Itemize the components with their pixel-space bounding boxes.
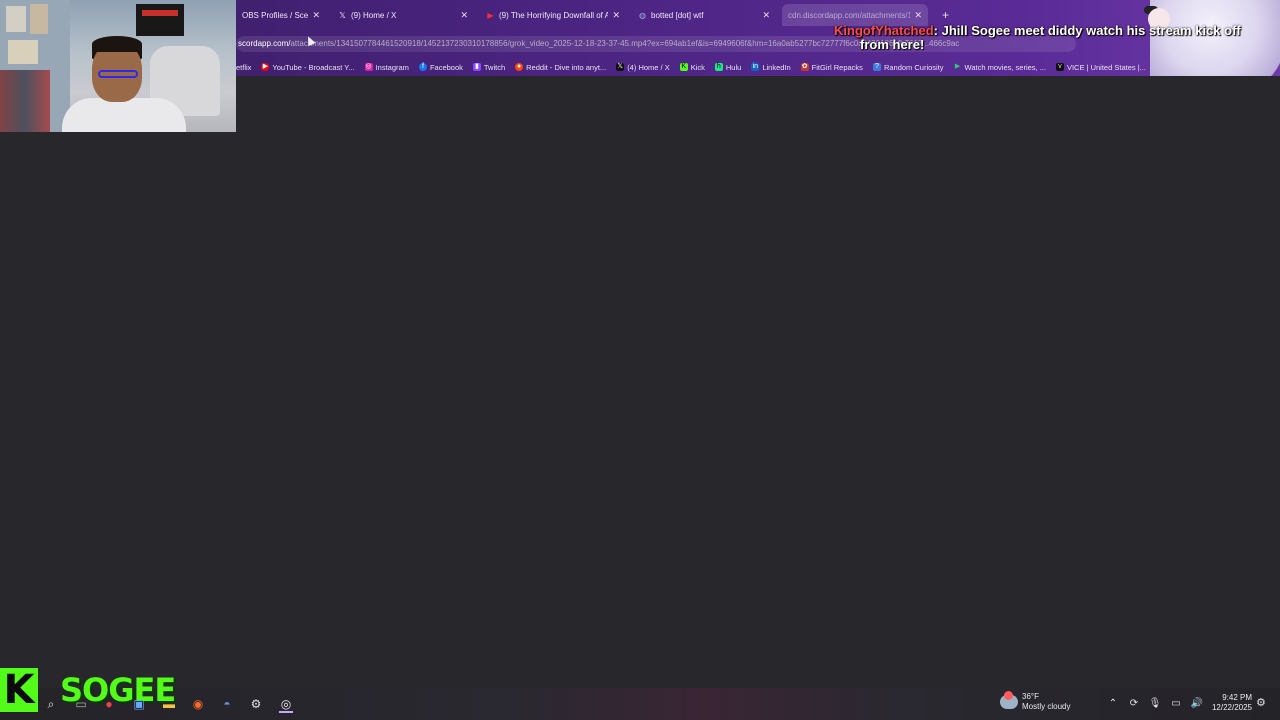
bookmark-label: (4) Home / X xyxy=(627,62,670,72)
close-icon[interactable]: ✕ xyxy=(612,10,620,21)
random-curiosity-icon: ? xyxy=(872,63,881,71)
discord-icon[interactable]: ◓ xyxy=(220,697,234,711)
bookmark-label: etflix xyxy=(236,62,252,72)
weather-widget[interactable]: 36°F Mostly cloudy xyxy=(1000,691,1071,712)
kick-icon: K xyxy=(679,63,688,71)
bookmark-label: YouTube - Broadcast Y... xyxy=(272,62,355,72)
close-icon[interactable]: ✕ xyxy=(312,10,320,21)
close-icon[interactable]: ✕ xyxy=(762,10,770,21)
tab-title: (9) Home / X xyxy=(351,10,397,20)
sync-icon[interactable]: ⟳ xyxy=(1127,697,1141,711)
bookmark-instagram[interactable]: ◎ Instagram xyxy=(364,62,409,72)
bookmark-label: LinkedIn xyxy=(762,62,791,72)
bookmark-facebook[interactable]: f Facebook xyxy=(418,62,463,72)
tab-home-x[interactable]: 𝕏 (9) Home / X ✕ xyxy=(332,4,474,26)
reddit-icon: ● xyxy=(515,63,524,71)
bookmark-linkedin[interactable]: in LinkedIn xyxy=(751,62,791,72)
play-icon: ▶ xyxy=(954,63,961,70)
tab-title: botted [dot] wtf xyxy=(651,10,704,20)
firefox-icon[interactable]: ◉ xyxy=(191,697,205,711)
network-icon[interactable]: ▭ xyxy=(1169,697,1183,711)
clock-time: 9:42 PM xyxy=(1222,693,1252,702)
new-tab-button[interactable]: + xyxy=(942,8,949,22)
tab-title: (9) The Horrifying Downfall of A xyxy=(499,10,609,20)
bookmark-label: Twitch xyxy=(483,62,506,72)
search-icon[interactable]: ⌕ xyxy=(44,697,58,711)
bookmark-label: Kick xyxy=(690,62,705,72)
bookmark-label: Reddit - Dive into anyt... xyxy=(526,62,607,72)
bookmark-label: Facebook xyxy=(429,62,463,72)
close-icon[interactable]: ✕ xyxy=(460,10,468,21)
volume-icon[interactable]: 🔊 xyxy=(1190,697,1204,711)
chevron-up-icon[interactable]: ⌃ xyxy=(1106,697,1120,711)
task-view-icon[interactable]: ▭ xyxy=(74,697,88,711)
app-taskbar-icon[interactable]: ▣ xyxy=(132,697,146,711)
fitgirl-icon: ✿ xyxy=(800,63,809,71)
bookmark-label: Random Curiosity xyxy=(883,62,944,72)
bookmark-random-curiosity[interactable]: ? Random Curiosity xyxy=(872,62,944,72)
obs-icon[interactable]: ◎ xyxy=(279,697,293,713)
cloud-icon xyxy=(1000,691,1018,709)
bookmark-twitch[interactable]: ▮ Twitch xyxy=(472,62,506,72)
bookmark-fitgirl[interactable]: ✿ FitGirl Repacks xyxy=(800,62,863,72)
hulu-icon: h xyxy=(714,63,723,71)
instagram-icon: ◎ xyxy=(364,63,373,71)
chat-separator: : xyxy=(933,23,939,38)
tab-obs-profiles[interactable]: OBS Profiles / Scen ✕ xyxy=(236,4,326,26)
url-domain: scordapp.com/ xyxy=(238,39,291,48)
x-icon: 𝕏 xyxy=(339,10,346,20)
microphone-icon[interactable]: 🎙 xyxy=(1148,697,1162,711)
bookmark-label: FitGirl Repacks xyxy=(811,62,863,72)
chat-message-text: Jhill Sogee meet diddy watch his stream … xyxy=(941,23,1241,38)
close-icon[interactable]: ✕ xyxy=(914,10,922,21)
bookmark-label: Hulu xyxy=(725,62,742,72)
chat-username: KingofYhatched xyxy=(834,23,934,38)
steam-icon[interactable]: ⚙ xyxy=(249,697,263,711)
clock-date: 12/22/2025 xyxy=(1211,703,1252,712)
taskbar-clock[interactable]: 9:42 PM 12/22/2025 xyxy=(1206,693,1252,713)
kick-logo-icon: K xyxy=(0,668,38,712)
tab-botted[interactable]: ◍ botted [dot] wtf ✕ xyxy=(632,4,776,26)
bookmark-kick[interactable]: K Kick xyxy=(679,62,705,72)
close-icon[interactable]: ✕ xyxy=(1242,56,1250,67)
tab-title: cdn.discordapp.com/attachments/1 xyxy=(788,10,911,20)
bookmark-netflix[interactable]: etflix xyxy=(236,63,251,72)
weather-description: Mostly cloudy xyxy=(1022,702,1071,711)
file-explorer-icon[interactable]: ▬ xyxy=(162,697,176,711)
linkedin-icon: in xyxy=(751,63,760,71)
x-icon: 𝕏 xyxy=(616,63,625,71)
tab-youtube-video[interactable]: ▶ (9) The Horrifying Downfall of A ✕ xyxy=(480,4,626,26)
browser-taskbar-icon[interactable]: ● xyxy=(102,697,116,711)
twitch-icon: ▮ xyxy=(472,63,481,71)
bookmark-label: Watch movies, series, ... xyxy=(964,62,1046,72)
youtube-icon: ▶ xyxy=(487,10,494,20)
chat-message-overlay: KingofYhatched: Jhill Sogee meet diddy w… xyxy=(834,24,1254,52)
bookmark-label: Instagram xyxy=(375,62,409,72)
tab-title: OBS Profiles / Scen xyxy=(242,10,309,20)
bookmark-home-x[interactable]: 𝕏 (4) Home / X xyxy=(616,63,670,72)
system-tray: ⌃ ⟳ 🎙 ▭ 🔊 xyxy=(1106,697,1211,711)
chat-message-text-continued: from here! xyxy=(860,37,925,52)
bookmark-hulu[interactable]: h Hulu xyxy=(714,62,742,72)
webcam-overlay xyxy=(0,0,236,132)
bookmark-watch-movies[interactable]: ▶ Watch movies, series, ... xyxy=(954,63,1046,72)
vice-icon: V xyxy=(1055,63,1064,71)
globe-icon: ◍ xyxy=(639,10,646,20)
youtube-icon: ▶ xyxy=(261,63,270,71)
facebook-icon: f xyxy=(418,63,427,71)
bookmark-youtube[interactable]: ▶ YouTube - Broadcast Y... xyxy=(261,62,355,72)
weather-temperature: 36°F xyxy=(1022,692,1039,701)
bookmark-reddit[interactable]: ● Reddit - Dive into anyt... xyxy=(515,63,606,72)
notification-icon[interactable]: ⚙ xyxy=(1256,696,1266,709)
